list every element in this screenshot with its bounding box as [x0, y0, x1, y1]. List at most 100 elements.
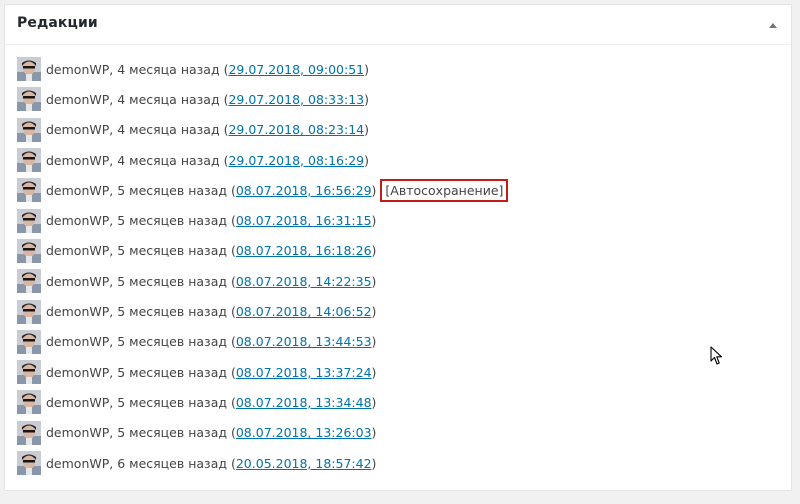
revision-separator: ,	[109, 91, 118, 107]
revision-paren-close: )	[371, 425, 377, 441]
triangle-up-icon	[769, 23, 777, 28]
revision-item: demonWP, 4 месяца назад (29.07.2018, 08:…	[17, 84, 508, 114]
avatar-icon	[17, 360, 41, 385]
revision-item: demonWP, 5 месяцев назад (08.07.2018, 16…	[17, 205, 508, 235]
revision-author: demonWP	[46, 364, 110, 380]
avatar-icon	[17, 269, 41, 294]
revision-relative-time: 6 месяцев назад	[117, 455, 227, 471]
revision-item: demonWP, 5 месяцев назад (08.07.2018, 14…	[17, 266, 508, 296]
revision-author: demonWP	[46, 394, 110, 410]
revision-date-link[interactable]: 29.07.2018, 08:33:13	[228, 92, 364, 107]
revision-relative-time: 5 месяцев назад	[117, 425, 227, 441]
revision-item: demonWP, 6 месяцев назад (20.05.2018, 18…	[17, 448, 508, 478]
revision-separator: ,	[109, 334, 118, 350]
revision-separator: ,	[109, 304, 118, 320]
revision-date-link[interactable]: 08.07.2018, 13:37:24	[236, 365, 372, 380]
revision-item: demonWP, 5 месяцев назад (08.07.2018, 13…	[17, 357, 508, 387]
revision-separator: ,	[109, 455, 118, 471]
revision-relative-time: 5 месяцев назад	[117, 243, 227, 259]
revision-date-link[interactable]: 08.07.2018, 16:56:29	[236, 183, 372, 198]
avatar-icon	[17, 390, 41, 415]
revision-date-link[interactable]: 29.07.2018, 08:23:14	[228, 122, 364, 137]
panel-header: Редакции	[5, 5, 791, 45]
collapse-toggle-button[interactable]	[765, 17, 781, 33]
revision-separator: ,	[109, 425, 118, 441]
revision-item: demonWP, 5 месяцев назад (08.07.2018, 13…	[17, 387, 508, 417]
revision-author: demonWP	[46, 182, 110, 198]
revision-item: demonWP, 4 месяца назад (29.07.2018, 09:…	[17, 54, 508, 84]
revision-relative-time: 4 месяца назад	[117, 152, 220, 168]
avatar-icon	[17, 451, 41, 475]
revision-separator: ,	[109, 152, 118, 168]
revision-author: demonWP	[46, 334, 110, 350]
revision-paren-close: )	[371, 334, 377, 350]
revision-item: demonWP, 5 месяцев назад (08.07.2018, 14…	[17, 296, 508, 326]
revision-paren-open: (	[219, 122, 229, 138]
revision-item: demonWP, 5 месяцев назад (08.07.2018, 16…	[17, 236, 508, 266]
revisions-panel: Редакции demonWP, 4 месяца назад (29.07.…	[4, 4, 792, 491]
avatar-icon	[17, 420, 41, 445]
revision-date-link[interactable]: 08.07.2018, 16:31:15	[236, 213, 372, 228]
revision-separator: ,	[109, 182, 118, 198]
revision-paren-close: )	[364, 61, 370, 77]
revision-author: demonWP	[46, 213, 110, 229]
revision-relative-time: 5 месяцев назад	[117, 182, 227, 198]
revision-date-link[interactable]: 29.07.2018, 08:16:29	[228, 153, 364, 168]
revision-author: demonWP	[46, 61, 110, 77]
revision-author: demonWP	[46, 425, 110, 441]
revision-item: demonWP, 4 месяца назад (29.07.2018, 08:…	[17, 115, 508, 145]
revision-date-link[interactable]: 08.07.2018, 16:18:26	[236, 243, 372, 258]
revision-separator: ,	[109, 364, 118, 380]
revision-paren-close: )	[371, 455, 377, 471]
revision-separator: ,	[109, 273, 118, 289]
revision-relative-time: 4 месяца назад	[117, 91, 220, 107]
revision-date-link[interactable]: 08.07.2018, 13:26:03	[236, 425, 372, 440]
revision-paren-close: )	[371, 243, 377, 259]
revision-author: demonWP	[46, 243, 110, 259]
revision-author: demonWP	[46, 122, 110, 138]
avatar-icon	[17, 238, 41, 263]
revision-separator: ,	[109, 243, 118, 259]
revision-relative-time: 5 месяцев назад	[117, 304, 227, 320]
revision-date-link[interactable]: 08.07.2018, 13:44:53	[236, 334, 372, 349]
revision-author: demonWP	[46, 273, 110, 289]
revision-paren-open: (	[227, 455, 236, 471]
avatar-icon	[17, 57, 41, 82]
revision-paren-open: (	[227, 182, 236, 198]
revision-separator: ,	[109, 61, 118, 77]
revision-separator: ,	[109, 394, 118, 410]
revision-item: demonWP, 4 месяца назад (29.07.2018, 08:…	[17, 145, 508, 175]
revision-item: demonWP, 5 месяцев назад (08.07.2018, 16…	[17, 175, 509, 205]
avatar-icon	[17, 178, 41, 203]
revision-relative-time: 5 месяцев назад	[117, 334, 227, 350]
revision-separator: ,	[109, 213, 118, 229]
avatar-icon	[17, 208, 41, 233]
revision-relative-time: 4 месяца назад	[117, 61, 220, 77]
revision-relative-time: 5 месяцев назад	[117, 213, 227, 229]
revision-author: demonWP	[46, 455, 110, 471]
revision-date-link[interactable]: 29.07.2018, 09:00:51	[228, 62, 364, 77]
revision-paren-open: (	[219, 61, 229, 77]
revision-date-link[interactable]: 20.05.2018, 18:57:42	[236, 456, 372, 471]
revision-paren-close: )	[371, 364, 377, 380]
revision-paren-close: )	[371, 304, 377, 320]
revision-paren-open: (	[219, 152, 229, 168]
revision-paren-open: (	[227, 213, 236, 229]
revision-date-link[interactable]: 08.07.2018, 13:34:48	[236, 395, 372, 410]
revision-paren-close: )	[364, 152, 370, 168]
revision-relative-time: 4 месяца назад	[117, 122, 220, 138]
revision-paren-open: (	[219, 91, 229, 107]
revision-list: demonWP, 4 месяца назад (29.07.2018, 09:…	[17, 54, 509, 478]
revision-paren-close: )	[364, 122, 370, 138]
revision-paren-open: (	[227, 304, 236, 320]
revision-separator: ,	[109, 122, 118, 138]
revision-paren-close: )	[371, 182, 377, 198]
revision-paren-close: )	[371, 394, 377, 410]
revision-item: demonWP, 5 месяцев назад (08.07.2018, 13…	[17, 327, 508, 357]
revision-date-link[interactable]: 08.07.2018, 14:06:52	[236, 304, 372, 319]
revision-date-link[interactable]: 08.07.2018, 14:22:35	[236, 274, 372, 289]
revision-item: demonWP, 5 месяцев назад (08.07.2018, 13…	[17, 418, 508, 448]
revision-paren-close: )	[371, 213, 377, 229]
avatar-icon	[17, 299, 41, 324]
avatar-icon	[17, 87, 41, 112]
